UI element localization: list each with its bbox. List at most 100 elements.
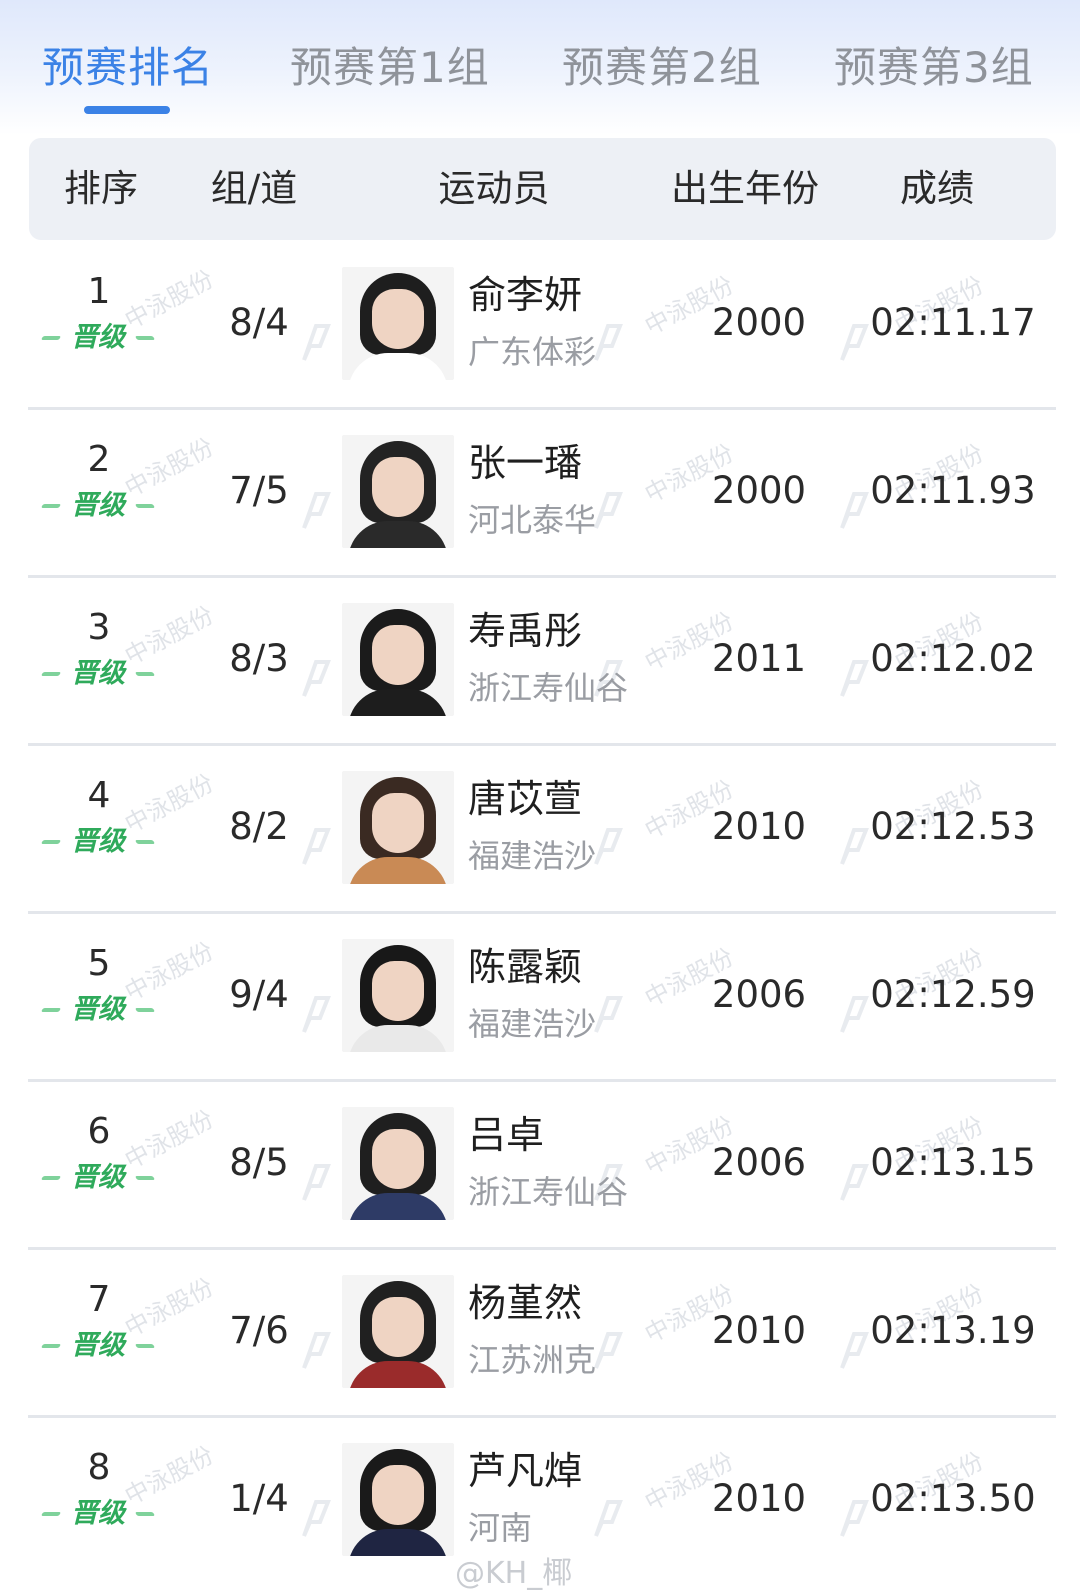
watermark-logo-icon xyxy=(840,996,869,1033)
athlete-photo[interactable] xyxy=(342,939,454,1052)
athlete-name[interactable]: 吕卓 xyxy=(468,1110,544,1160)
badge-wing-left xyxy=(40,840,62,844)
birth-year: 2006 xyxy=(711,1141,807,1184)
table-row[interactable]: 中泳股份 中泳股份 中泳股份 1 晋级 8/4 俞李妍 广东体彩 2000 02… xyxy=(0,240,1080,410)
birth-year: 2010 xyxy=(711,1309,807,1352)
badge-wing-left xyxy=(40,336,62,340)
athlete-photo[interactable] xyxy=(342,603,454,716)
watermark-logo-icon xyxy=(840,492,869,529)
athlete-team: 浙江寿仙谷 xyxy=(468,669,629,707)
birth-year: 2000 xyxy=(711,301,807,344)
column-header-birth-year: 出生年份 xyxy=(671,167,819,210)
rank-number: 1 xyxy=(87,271,111,312)
group-lane: 7/5 xyxy=(229,469,289,512)
badge-wing-left xyxy=(40,1344,62,1348)
athlete-photo[interactable] xyxy=(342,435,454,548)
result-time: 02:12.59 xyxy=(870,973,1036,1016)
tab-prelim-group-1[interactable]: 预赛第1组 xyxy=(290,38,490,98)
rank-number: 5 xyxy=(87,943,111,984)
badge-wing-left xyxy=(40,1008,62,1012)
watermark-logo-icon xyxy=(840,828,869,865)
qualified-badge: 晋级 xyxy=(40,488,156,524)
tab-prelim-ranking[interactable]: 预赛排名 xyxy=(42,38,214,98)
athlete-name[interactable]: 唐苡萱 xyxy=(468,774,582,824)
photo-face xyxy=(372,793,424,853)
group-lane: 8/3 xyxy=(229,637,289,680)
athlete-name[interactable]: 张一璠 xyxy=(468,438,582,488)
athlete-name[interactable]: 杨堇然 xyxy=(468,1278,582,1328)
athlete-name[interactable]: 芦凡焯 xyxy=(468,1446,582,1496)
qualified-badge: 晋级 xyxy=(40,824,156,860)
qualified-badge-label: 晋级 xyxy=(71,490,125,521)
result-time: 02:11.17 xyxy=(870,301,1036,344)
badge-wing-right xyxy=(134,504,156,508)
rank-number: 6 xyxy=(87,1111,111,1152)
watermark-logo-icon xyxy=(840,1332,869,1369)
photo-body xyxy=(348,1025,448,1052)
column-header-result: 成绩 xyxy=(900,167,974,210)
ranking-page: 预赛排名 预赛第1组 预赛第2组 预赛第3组 排序 组/道 运动员 出生年份 成… xyxy=(0,0,1080,1595)
athlete-name[interactable]: 寿禹彤 xyxy=(468,606,582,656)
qualified-badge-label: 晋级 xyxy=(71,994,125,1025)
badge-wing-right xyxy=(134,336,156,340)
qualified-badge-label: 晋级 xyxy=(71,1162,125,1193)
birth-year: 2010 xyxy=(711,1477,807,1520)
table-row[interactable]: 中泳股份 中泳股份 中泳股份 4 晋级 8/2 唐苡萱 福建浩沙 2010 02… xyxy=(0,744,1080,914)
qualified-badge: 晋级 xyxy=(40,656,156,692)
credit-watermark: @KH_椰 xyxy=(455,1556,573,1591)
qualified-badge: 晋级 xyxy=(40,992,156,1028)
table-row[interactable]: 中泳股份 中泳股份 中泳股份 3 晋级 8/3 寿禹彤 浙江寿仙谷 2011 0… xyxy=(0,576,1080,746)
athlete-team: 河北泰华 xyxy=(468,501,597,539)
badge-wing-left xyxy=(40,672,62,676)
photo-body xyxy=(348,1529,448,1556)
badge-wing-right xyxy=(134,840,156,844)
athlete-photo[interactable] xyxy=(342,1443,454,1556)
table-row[interactable]: 中泳股份 中泳股份 中泳股份 6 晋级 8/5 吕卓 浙江寿仙谷 2006 02… xyxy=(0,1080,1080,1250)
qualified-badge: 晋级 xyxy=(40,320,156,356)
qualified-badge-label: 晋级 xyxy=(71,1498,125,1529)
tab-prelim-group-3[interactable]: 预赛第3组 xyxy=(834,38,1034,98)
athlete-photo[interactable] xyxy=(342,1107,454,1220)
watermark-logo-icon xyxy=(840,660,869,697)
rank-number: 7 xyxy=(87,1279,111,1320)
athlete-photo[interactable] xyxy=(342,267,454,380)
table-header: 排序 组/道 运动员 出生年份 成绩 xyxy=(29,138,1056,240)
table-row[interactable]: 中泳股份 中泳股份 中泳股份 7 晋级 7/6 杨堇然 江苏洲克 2010 02… xyxy=(0,1248,1080,1418)
rank-number: 3 xyxy=(87,607,111,648)
column-header-athlete: 运动员 xyxy=(438,167,550,210)
group-lane: 7/6 xyxy=(229,1309,289,1352)
tab-prelim-group-2[interactable]: 预赛第2组 xyxy=(562,38,762,98)
table-row[interactable]: 中泳股份 中泳股份 中泳股份 2 晋级 7/5 张一璠 河北泰华 2000 02… xyxy=(0,408,1080,578)
athlete-name[interactable]: 俞李妍 xyxy=(468,270,582,320)
rank-number: 4 xyxy=(87,775,111,816)
photo-body xyxy=(348,353,448,380)
badge-wing-right xyxy=(134,1176,156,1180)
group-lane: 8/2 xyxy=(229,805,289,848)
photo-body xyxy=(348,1361,448,1388)
athlete-team: 浙江寿仙谷 xyxy=(468,1173,629,1211)
photo-body xyxy=(348,857,448,884)
photo-body xyxy=(348,1193,448,1220)
column-header-rank: 排序 xyxy=(64,167,138,210)
rank-number: 8 xyxy=(87,1447,111,1488)
photo-face xyxy=(372,625,424,685)
photo-face xyxy=(372,1129,424,1189)
result-time: 02:13.19 xyxy=(870,1309,1036,1352)
athlete-photo[interactable] xyxy=(342,771,454,884)
athlete-team: 广东体彩 xyxy=(468,333,597,371)
result-time: 02:12.02 xyxy=(870,637,1036,680)
qualified-badge: 晋级 xyxy=(40,1496,156,1532)
badge-wing-right xyxy=(134,672,156,676)
result-time: 02:12.53 xyxy=(870,805,1036,848)
athlete-team: 福建浩沙 xyxy=(468,1005,597,1043)
photo-face xyxy=(372,289,424,349)
badge-wing-left xyxy=(40,1512,62,1516)
tab-bar: 预赛排名 预赛第1组 预赛第2组 预赛第3组 xyxy=(0,0,1080,135)
qualified-badge: 晋级 xyxy=(40,1160,156,1196)
athlete-photo[interactable] xyxy=(342,1275,454,1388)
table-row[interactable]: 中泳股份 中泳股份 中泳股份 5 晋级 9/4 陈露颖 福建浩沙 2006 02… xyxy=(0,912,1080,1082)
athlete-name[interactable]: 陈露颖 xyxy=(468,942,582,992)
rank-number: 2 xyxy=(87,439,111,480)
group-lane: 8/5 xyxy=(229,1141,289,1184)
photo-body xyxy=(348,689,448,716)
